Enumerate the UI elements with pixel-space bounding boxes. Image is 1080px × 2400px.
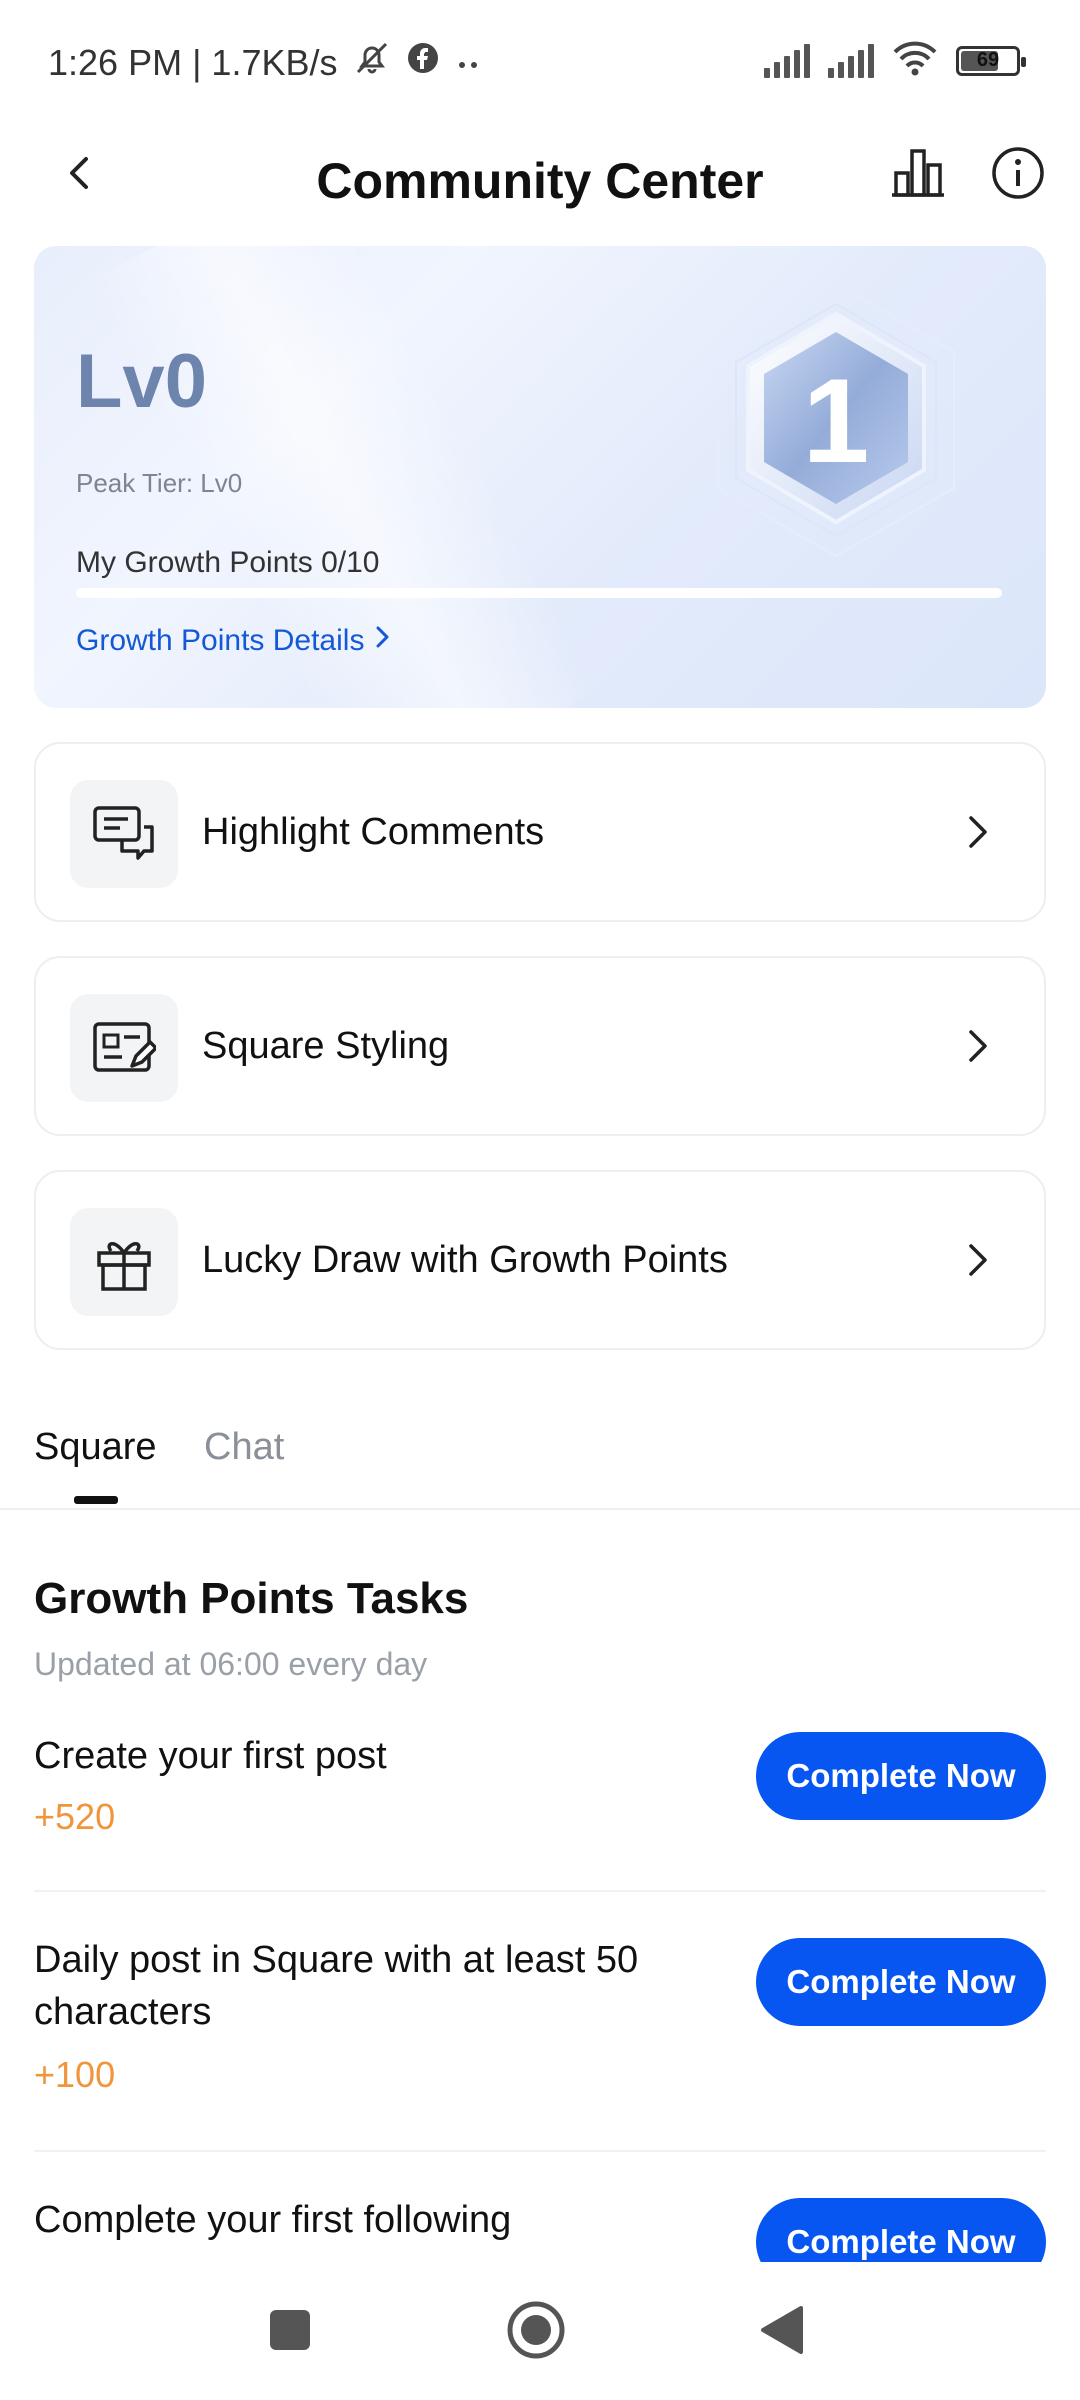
tab-bar: Square Chat bbox=[0, 1400, 1080, 1510]
battery-icon: 69 bbox=[956, 45, 1026, 76]
tasks-title: Growth Points Tasks bbox=[34, 1574, 469, 1623]
triangle-back-icon bbox=[759, 2304, 805, 2361]
peak-tier: Peak Tier: Lv0 bbox=[76, 468, 243, 498]
chevron-right-icon bbox=[948, 1230, 1008, 1290]
status-time-speed: 1:26 PM | 1.7KB/s bbox=[48, 41, 338, 83]
circle-home-icon bbox=[506, 2300, 566, 2365]
task-item: Daily post in Square with at least 50 ch… bbox=[34, 1934, 1046, 2104]
task-item: Complete your first following Complete N… bbox=[34, 2194, 1046, 2262]
edit-card-icon bbox=[70, 994, 178, 1102]
chevron-right-icon bbox=[948, 1016, 1008, 1076]
stats-button[interactable] bbox=[878, 120, 958, 230]
level-card: Lv0 Peak Tier: Lv0 My Growth Points 0/10… bbox=[34, 246, 1046, 708]
feature-label: Lucky Draw with Growth Points bbox=[202, 1238, 728, 1281]
facebook-icon bbox=[406, 41, 440, 84]
feature-label: Square Styling bbox=[202, 1024, 450, 1067]
task-points: +100 bbox=[34, 2054, 116, 2095]
status-right: 69 bbox=[764, 40, 1026, 81]
comments-icon bbox=[70, 780, 178, 888]
feature-lucky-draw[interactable]: Lucky Draw with Growth Points bbox=[34, 1170, 1046, 1350]
level-name: Lv0 bbox=[76, 339, 207, 424]
tab-chat[interactable]: Chat bbox=[204, 1426, 284, 1469]
task-item: Create your first post +520 Complete Now bbox=[34, 1730, 1046, 1870]
more-dots-icon bbox=[454, 42, 484, 84]
complete-now-button[interactable]: Complete Now bbox=[756, 1938, 1046, 2026]
feature-label: Highlight Comments bbox=[202, 810, 545, 853]
task-divider bbox=[34, 2150, 1046, 2152]
square-icon bbox=[268, 2308, 312, 2357]
task-points: +520 bbox=[34, 1796, 116, 1837]
status-bar: 1:26 PM | 1.7KB/s 69 bbox=[0, 0, 1080, 120]
system-back-button[interactable] bbox=[742, 2292, 822, 2372]
task-divider bbox=[34, 1890, 1046, 1892]
feature-square-styling[interactable]: Square Styling bbox=[34, 956, 1046, 1136]
wifi-icon bbox=[892, 40, 938, 81]
signal-icon bbox=[828, 43, 874, 78]
bar-chart-icon bbox=[890, 145, 946, 206]
mute-icon bbox=[352, 38, 392, 87]
growth-points-details-link[interactable]: Growth Points Details bbox=[76, 624, 394, 658]
info-icon bbox=[990, 145, 1046, 206]
badge-number: 1 bbox=[803, 354, 870, 488]
chevron-right-icon bbox=[948, 802, 1008, 862]
complete-now-button[interactable]: Complete Now bbox=[756, 1732, 1046, 1820]
chevron-right-icon bbox=[372, 624, 394, 658]
status-left: 1:26 PM | 1.7KB/s bbox=[48, 38, 484, 87]
home-button[interactable] bbox=[496, 2292, 576, 2372]
signal-icon bbox=[764, 43, 810, 78]
battery-level: 69 bbox=[976, 49, 1000, 71]
task-name: Create your first post bbox=[34, 1735, 387, 1777]
tab-square[interactable]: Square bbox=[34, 1426, 157, 1469]
level-badge: 1 bbox=[686, 274, 986, 574]
tasks-subtitle: Updated at 06:00 every day bbox=[34, 1646, 428, 1682]
feature-highlight-comments[interactable]: Highlight Comments bbox=[34, 742, 1046, 922]
info-button[interactable] bbox=[978, 120, 1058, 230]
tab-active-indicator bbox=[74, 1496, 118, 1504]
recents-button[interactable] bbox=[250, 2292, 330, 2372]
task-name: Daily post in Square with at least 50 ch… bbox=[34, 1939, 639, 2033]
growth-points-label: My Growth Points 0/10 bbox=[76, 546, 380, 579]
growth-progress-bar bbox=[76, 588, 1002, 598]
system-nav-bar bbox=[0, 2262, 1080, 2400]
gift-icon bbox=[70, 1208, 178, 1316]
task-name: Complete your first following bbox=[34, 2199, 512, 2241]
complete-now-button[interactable]: Complete Now bbox=[756, 2198, 1046, 2262]
details-link-label: Growth Points Details bbox=[76, 624, 365, 657]
